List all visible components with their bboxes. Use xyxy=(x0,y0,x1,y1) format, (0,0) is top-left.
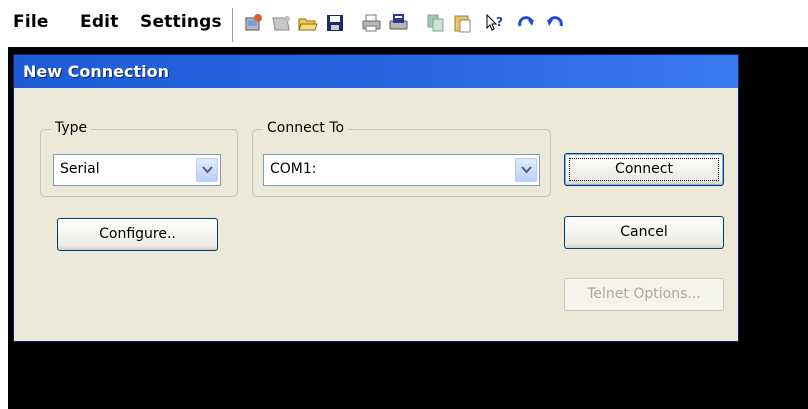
paste-icon[interactable] xyxy=(452,12,474,34)
desktop-left-edge xyxy=(0,47,8,409)
help-icon[interactable]: ? xyxy=(484,12,506,34)
redo-icon[interactable] xyxy=(516,12,538,34)
undo-icon[interactable] xyxy=(543,12,565,34)
save-icon[interactable] xyxy=(324,12,346,34)
telnet-options-button-label: Telnet Options... xyxy=(587,286,701,302)
configure-button-label: Configure.. xyxy=(99,226,176,242)
open-folder-icon[interactable] xyxy=(297,12,319,34)
menu-separator xyxy=(232,8,236,42)
type-select-value: Serial xyxy=(60,161,100,177)
cancel-button-label: Cancel xyxy=(620,224,668,240)
type-group-label: Type xyxy=(51,120,92,136)
menu-settings[interactable]: Settings xyxy=(140,12,222,32)
connect-to-select-value: COM1: xyxy=(270,161,317,177)
new-connection-icon[interactable] xyxy=(243,12,265,34)
cancel-button[interactable]: Cancel xyxy=(564,216,724,249)
telnet-options-button: Telnet Options... xyxy=(564,278,724,311)
chevron-down-icon xyxy=(202,166,213,174)
type-group: Type Serial xyxy=(40,120,238,197)
new-connection-dialog: New Connection Type Serial Connect To CO… xyxy=(13,54,739,342)
svg-text:?: ? xyxy=(496,15,503,29)
disconnect-icon[interactable] xyxy=(270,12,292,34)
chevron-down-icon xyxy=(521,166,532,174)
focus-rectangle xyxy=(569,158,719,181)
connect-to-group: Connect To COM1: xyxy=(252,120,551,197)
menu-file[interactable]: File xyxy=(13,12,49,32)
print-icon[interactable] xyxy=(361,12,383,34)
connect-button[interactable]: Connect xyxy=(564,153,724,186)
dialog-title: New Connection xyxy=(23,62,169,81)
type-dropdown-button[interactable] xyxy=(196,158,218,182)
print-preview-icon[interactable] xyxy=(388,12,410,34)
copy-icon[interactable] xyxy=(425,12,447,34)
connect-to-dropdown-button[interactable] xyxy=(515,158,537,182)
connect-to-select[interactable]: COM1: xyxy=(263,154,540,186)
dialog-titlebar[interactable]: New Connection xyxy=(14,55,738,88)
menu-bar: File Edit Settings ? xyxy=(0,0,808,47)
connect-to-group-label: Connect To xyxy=(263,120,349,136)
type-select[interactable]: Serial xyxy=(53,154,221,186)
configure-button[interactable]: Configure.. xyxy=(57,218,218,251)
menu-edit[interactable]: Edit xyxy=(80,12,119,32)
